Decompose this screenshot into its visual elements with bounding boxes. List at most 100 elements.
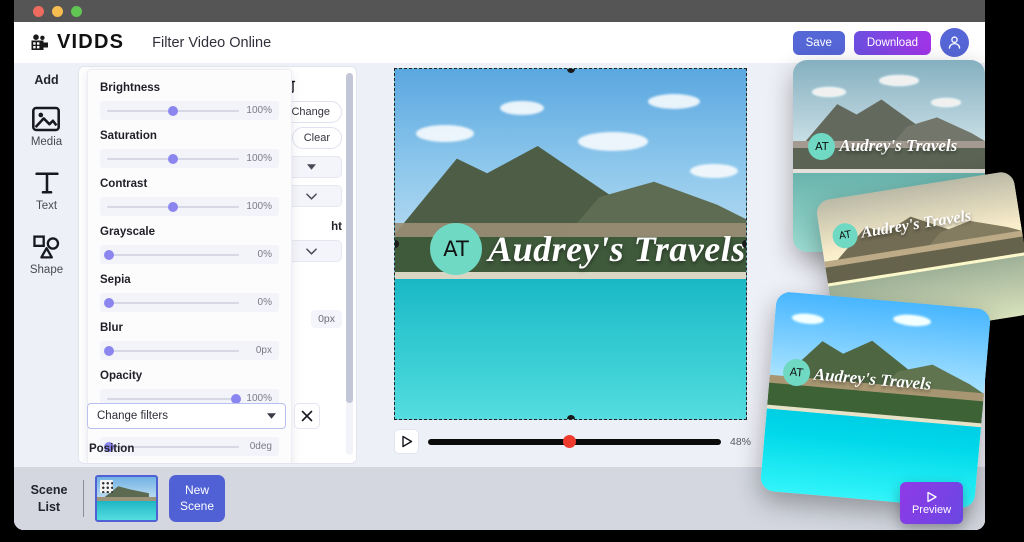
progress-label: 48% [730,435,752,448]
slider-thumb[interactable] [104,345,114,356]
header-actions: Save Download [792,22,969,63]
filter-label: Contrast [100,178,148,190]
filter-label: Brightness [100,82,161,94]
watermark-overlay[interactable]: AT Audrey's Travels [430,223,746,275]
resize-handle-bottom[interactable] [566,415,575,419]
rail-item-media[interactable]: Media [31,105,62,148]
scene-list-label-line1: Scene [30,482,68,497]
filter-row: Saturation 100% [100,130,279,168]
change-filters-label: Change filters [97,410,168,422]
film-camera-icon [31,33,48,50]
window-maximize-button[interactable] [71,5,82,17]
slider-track [107,393,241,404]
filter-label: Sepia [100,274,131,286]
close-filters-button[interactable] [294,403,320,429]
slider-thumb[interactable] [168,153,178,164]
timeline-thumb[interactable] [562,434,576,448]
slider-thumb[interactable] [168,105,178,116]
card-watermark-badge: AT [830,221,860,251]
preview-label: Preview [911,503,952,516]
play-triangle-icon [401,435,412,448]
filter-value: 0% [257,249,272,260]
cloud [577,132,648,151]
filter-value: 100% [246,105,272,116]
avatar[interactable] [940,28,969,57]
resize-handle-top[interactable] [566,69,575,73]
chevron-down-icon [305,247,317,255]
slider-thumb[interactable] [231,393,241,404]
filter-slider-sepia[interactable]: 0% [100,293,279,312]
position-label: Position [89,443,135,455]
rail-item-label: Shape [29,264,64,276]
drag-grip-icon[interactable] [100,480,113,493]
resize-handle-right[interactable] [742,240,746,248]
new-scene-button[interactable]: New Scene [169,475,225,522]
filter-slider-brightness[interactable]: 100% [100,101,279,120]
user-avatar-icon [948,36,961,49]
rail-item-shape[interactable]: Shape [30,233,63,276]
cloud [500,100,545,115]
filter-value: 100% [246,201,272,212]
filter-slider-blur[interactable]: 0px [100,341,279,360]
shapes-icon [33,235,60,259]
save-button[interactable]: Save [792,30,845,55]
download-button[interactable]: Download [853,30,931,55]
card-watermark: AT Audrey's Travels [808,132,958,160]
rail-item-text[interactable]: Text [32,169,62,212]
sea-layer [395,279,746,419]
video-canvas[interactable]: AT Audrey's Travels [394,68,747,420]
watermark-text: Audrey's Travels [488,229,746,269]
slider-thumb[interactable] [104,297,114,308]
filter-slider-saturation[interactable]: 100% [100,149,279,168]
cloud [647,93,700,109]
filter-preview-card-vivid[interactable]: AT Audrey's Travels [759,291,992,509]
filter-value: 100% [246,153,272,164]
app-header: VIDDS Filter Video Online Save Download [14,22,985,63]
window-close-button[interactable] [33,5,44,17]
filter-label: Opacity [100,370,143,382]
filter-row: Blur 0px [100,322,279,360]
rail-item-label: Media [30,136,63,148]
filter-label: Blur [100,322,123,334]
window-titlebar [14,0,985,22]
filter-row: Brightness 100% [100,82,279,120]
slider-thumb[interactable] [168,201,178,212]
canvas-area: AT Audrey's Travels 48% [394,68,754,454]
timeline-scrubber[interactable] [428,434,721,448]
slider-track [107,105,239,116]
rail-title: Add [34,73,59,87]
preview-button[interactable]: Preview [900,482,963,524]
scene-thumbnail[interactable] [95,475,158,522]
screen: VIDDS Filter Video Online Save Download … [0,0,1024,542]
card-watermark-text: Audrey's Travels [839,136,958,156]
caret-down-icon [306,164,316,170]
slider-track [104,345,239,356]
height-label: ht [331,221,342,233]
close-x-icon [301,410,313,422]
editor-panel: Change Clear ht 0px Brightness 100% Satu… [79,67,356,463]
chevron-down-icon [305,192,317,200]
change-filters-row: Change filters [87,403,320,429]
cloud [689,163,738,178]
app-logo[interactable]: VIDDS [30,31,124,54]
slider-thumb[interactable] [104,249,114,260]
filter-slider-contrast[interactable]: 100% [100,197,279,216]
play-button[interactable] [394,429,419,454]
play-outline-icon [926,491,937,502]
editor-scrollbar-thumb[interactable] [346,73,353,403]
card-watermark-badge: AT [808,132,836,160]
image-icon [32,106,61,132]
filter-slider-grayscale[interactable]: 0% [100,245,279,264]
filter-label: Grayscale [100,226,155,238]
page-title: Filter Video Online [152,34,272,51]
watermark-badge: AT [430,223,483,275]
slider-track [107,153,239,164]
change-filters-select[interactable]: Change filters [87,403,286,429]
window-minimize-button[interactable] [52,5,63,17]
filter-row: Contrast 100% [100,178,279,216]
clear-media-button[interactable]: Clear [291,127,342,149]
divider [83,480,84,517]
new-scene-line1: New [184,482,209,497]
slider-track [104,297,239,308]
card-image [759,291,992,509]
